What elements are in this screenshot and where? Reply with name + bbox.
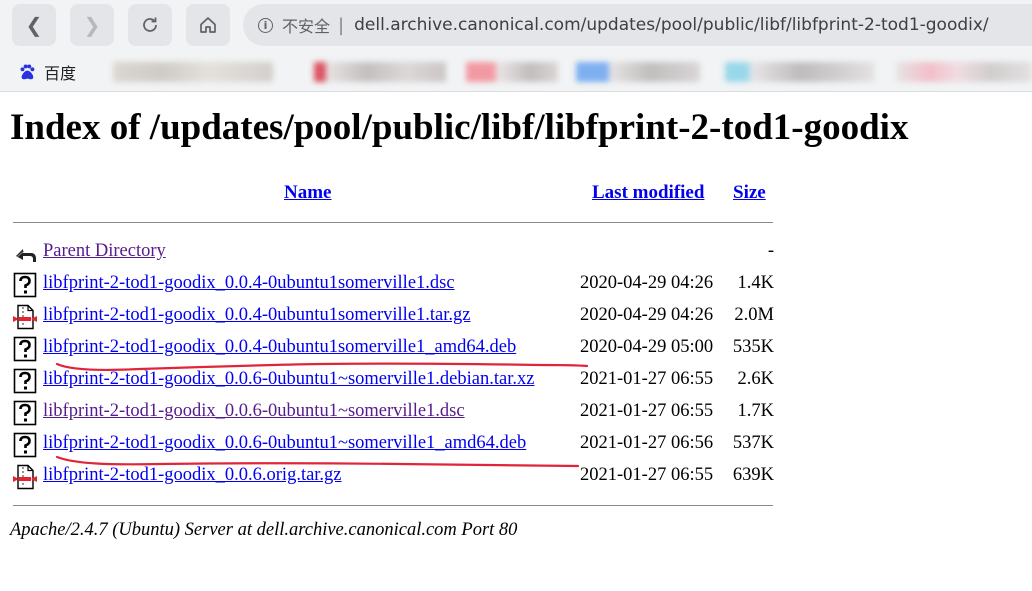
unknown-file-icon	[12, 336, 38, 362]
url-text[interactable]: dell.archive.canonical.com/updates/pool/…	[354, 15, 989, 35]
bookmarks-bar: 百度	[0, 52, 1032, 92]
security-label[interactable]: 不安全	[282, 13, 330, 37]
file-link[interactable]: libfprint-2-tod1-goodix_0.0.4-0ubuntu1so…	[43, 273, 455, 294]
size-cell: 639K	[732, 465, 774, 485]
size-cell: 2.0M	[734, 305, 774, 325]
parent-directory-link[interactable]: Parent Directory	[43, 241, 166, 262]
info-icon[interactable]: i	[258, 17, 273, 33]
blurred-bookmark[interactable]	[466, 62, 558, 82]
forward-button[interactable]: ❯	[70, 4, 114, 46]
last-modified-cell: 2020-04-29 04:26	[580, 305, 714, 325]
chevron-right-icon: ❯	[83, 13, 101, 37]
last-modified-cell: 2020-04-29 05:00	[580, 337, 714, 357]
page-content: Index of /updates/pool/public/libf/libfp…	[0, 92, 1032, 591]
compressed-file-icon	[12, 464, 38, 490]
size-cell: 535K	[732, 337, 774, 357]
unknown-file-icon	[12, 400, 38, 426]
page-title: Index of /updates/pool/public/libf/libfp…	[10, 107, 909, 148]
browser-chrome: ❮ ❯ i 不安全 | dell.archive.canonical.com/u…	[0, 0, 1032, 92]
unknown-file-icon	[12, 272, 38, 298]
column-header-name[interactable]: Name	[284, 182, 331, 204]
file-link[interactable]: libfprint-2-tod1-goodix_0.0.4-0ubuntu1so…	[43, 305, 471, 326]
file-link[interactable]: libfprint-2-tod1-goodix_0.0.6-0ubuntu1~s…	[43, 369, 534, 390]
last-modified-cell: 2020-04-29 04:26	[580, 273, 714, 293]
table-row: libfprint-2-tod1-goodix_0.0.4-0ubuntu1so…	[12, 334, 774, 366]
header-divider	[13, 222, 773, 223]
table-row: libfprint-2-tod1-goodix_0.0.6-0ubuntu1~s…	[12, 366, 774, 398]
address-bar[interactable]: i 不安全 | dell.archive.canonical.com/updat…	[243, 4, 1032, 46]
unknown-file-icon	[12, 432, 38, 458]
table-row: Parent Directory -	[12, 238, 774, 270]
home-icon	[200, 17, 216, 33]
back-button[interactable]: ❮	[12, 4, 56, 46]
blurred-bookmark[interactable]	[113, 62, 273, 82]
server-signature: Apache/2.4.7 (Ubuntu) Server at dell.arc…	[10, 520, 518, 540]
reload-button[interactable]	[128, 4, 172, 46]
size-cell: -	[767, 241, 774, 261]
table-row: libfprint-2-tod1-goodix_0.0.4-0ubuntu1so…	[12, 270, 774, 302]
last-modified-cell: 2021-01-27 06:55	[580, 465, 714, 485]
blurred-bookmark[interactable]	[896, 62, 1032, 82]
footer-divider	[13, 505, 773, 506]
back-arrow-icon	[12, 240, 38, 266]
size-cell: 1.7K	[737, 401, 775, 421]
bookmark-label: 百度	[44, 64, 77, 83]
column-header-last-modified[interactable]: Last modified	[592, 182, 704, 204]
column-header-size[interactable]: Size	[733, 182, 766, 204]
last-modified-cell: 2021-01-27 06:56	[580, 433, 714, 453]
table-row: libfprint-2-tod1-goodix_0.0.4-0ubuntu1so…	[12, 302, 774, 334]
file-link[interactable]: libfprint-2-tod1-goodix_0.0.6-0ubuntu1~s…	[43, 433, 526, 454]
file-link[interactable]: libfprint-2-tod1-goodix_0.0.6-0ubuntu1~s…	[43, 401, 465, 422]
size-cell: 1.4K	[737, 273, 775, 293]
blurred-bookmark[interactable]	[725, 62, 875, 82]
last-modified-cell: 2021-01-27 06:55	[580, 369, 714, 389]
table-row: libfprint-2-tod1-goodix_0.0.6-0ubuntu1~s…	[12, 398, 774, 430]
address-separator: |	[338, 14, 345, 36]
file-link[interactable]: libfprint-2-tod1-goodix_0.0.4-0ubuntu1so…	[43, 337, 516, 358]
blurred-bookmark[interactable]	[314, 62, 446, 82]
blurred-bookmark[interactable]	[576, 62, 700, 82]
size-cell: 537K	[732, 433, 774, 453]
chevron-left-icon: ❮	[25, 13, 43, 37]
unknown-file-icon	[12, 368, 38, 394]
file-link[interactable]: libfprint-2-tod1-goodix_0.0.6.orig.tar.g…	[43, 465, 342, 486]
home-button[interactable]	[186, 4, 230, 46]
table-row: libfprint-2-tod1-goodix_0.0.6-0ubuntu1~s…	[12, 430, 774, 462]
reload-icon	[143, 17, 157, 32]
size-cell: 2.6K	[737, 369, 775, 389]
bookmark-baidu[interactable]: 百度	[18, 60, 76, 84]
compressed-file-icon	[12, 304, 38, 330]
baidu-paw-icon	[20, 64, 35, 80]
table-row: libfprint-2-tod1-goodix_0.0.6.orig.tar.g…	[12, 462, 774, 494]
last-modified-cell: 2021-01-27 06:55	[580, 401, 714, 421]
